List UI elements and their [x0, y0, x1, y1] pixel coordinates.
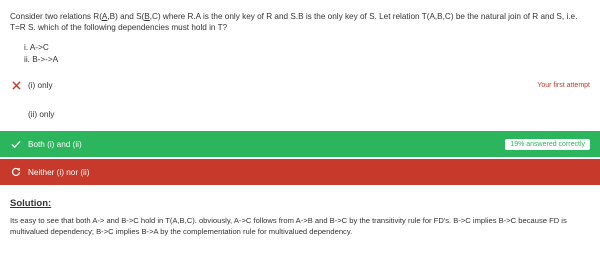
option-label: Both (i) and (ii): [28, 139, 82, 149]
option-label: Neither (i) nor (ii): [28, 167, 90, 177]
question-text: Consider two relations R(A,B) and S(B,C)…: [10, 11, 592, 33]
first-attempt-label: Your first attempt: [537, 81, 590, 89]
cross-icon: [10, 79, 22, 91]
condition-item: i. A->C: [24, 43, 49, 52]
question-text-2: ,B) and S(: [107, 12, 145, 21]
option-ii-only[interactable]: (ii) only: [0, 101, 600, 127]
condition-list: i. A->C ii. B->->A: [24, 42, 58, 65]
solution-heading: Solution:: [10, 198, 52, 209]
option-both[interactable]: Both (i) and (ii) 19% answered correctly: [0, 131, 600, 157]
condition-item: ii. B->->A: [24, 54, 59, 64]
option-i-only[interactable]: (i) only Your first attempt: [0, 72, 600, 98]
option-label: (i) only: [28, 80, 53, 90]
question-text-1: Consider two relations R(: [10, 12, 102, 21]
solution-text: Its easy to see that both A-> and B->C h…: [10, 216, 567, 236]
answered-correctly-badge: 19% answered correctly: [505, 138, 590, 150]
check-icon: [10, 138, 22, 150]
option-neither[interactable]: Neither (i) nor (ii): [0, 159, 600, 185]
option-label: (ii) only: [28, 109, 55, 119]
refresh-icon: [10, 166, 22, 178]
